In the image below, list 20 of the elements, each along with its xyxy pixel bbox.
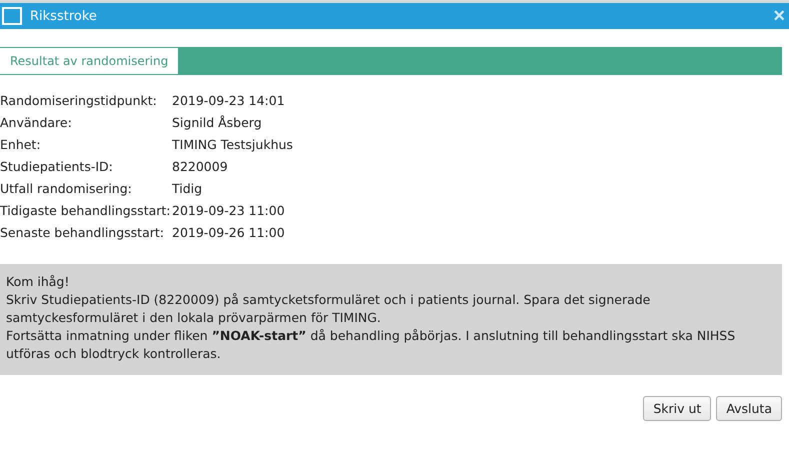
field-value: Signild Åsberg [172,114,263,132]
field-value: 8220009 [172,158,229,176]
notice-heading: Kom ihåg! [6,273,70,291]
notice-text: Fortsätta inmatning under fliken ”NOAK-start” då behandling påbörjas. I anslutning till behandlingsstart ska NIHSS utföras och blodtryck kontrolleras. [6,327,736,363]
window-title: Riksstroke [30,8,98,24]
field-value: 2019-09-26 11:00 [172,224,286,242]
field-value: TIMING Testsjukhus [172,136,294,154]
field-label: Tidigaste behandlingsstart: [0,202,172,220]
notice-text: Skriv Studiepatients-ID (8220009) på samtycketsformuläret och i patients journal. Spara det signerade samtyckesformuläret i den lokala prövarpärmen för TIMING. [6,291,652,327]
field-label: Randomiseringstidpunkt: [0,92,158,110]
dialog-button[interactable]: Avsluta [716,396,782,421]
field-value: 2019-09-23 11:00 [172,202,286,220]
field-label: Enhet: [0,136,42,154]
field-label: Användare: [0,114,73,132]
field-value: Tidig [172,180,204,198]
field-value: 2019-09-23 14:01 [172,92,286,110]
field-label: Senaste behandlingsstart: [0,224,165,242]
dialog-button[interactable]: Skriv ut [643,396,712,421]
field-label: Utfall randomisering: [0,180,133,198]
field-label: Studiepatients-ID: [0,158,114,176]
